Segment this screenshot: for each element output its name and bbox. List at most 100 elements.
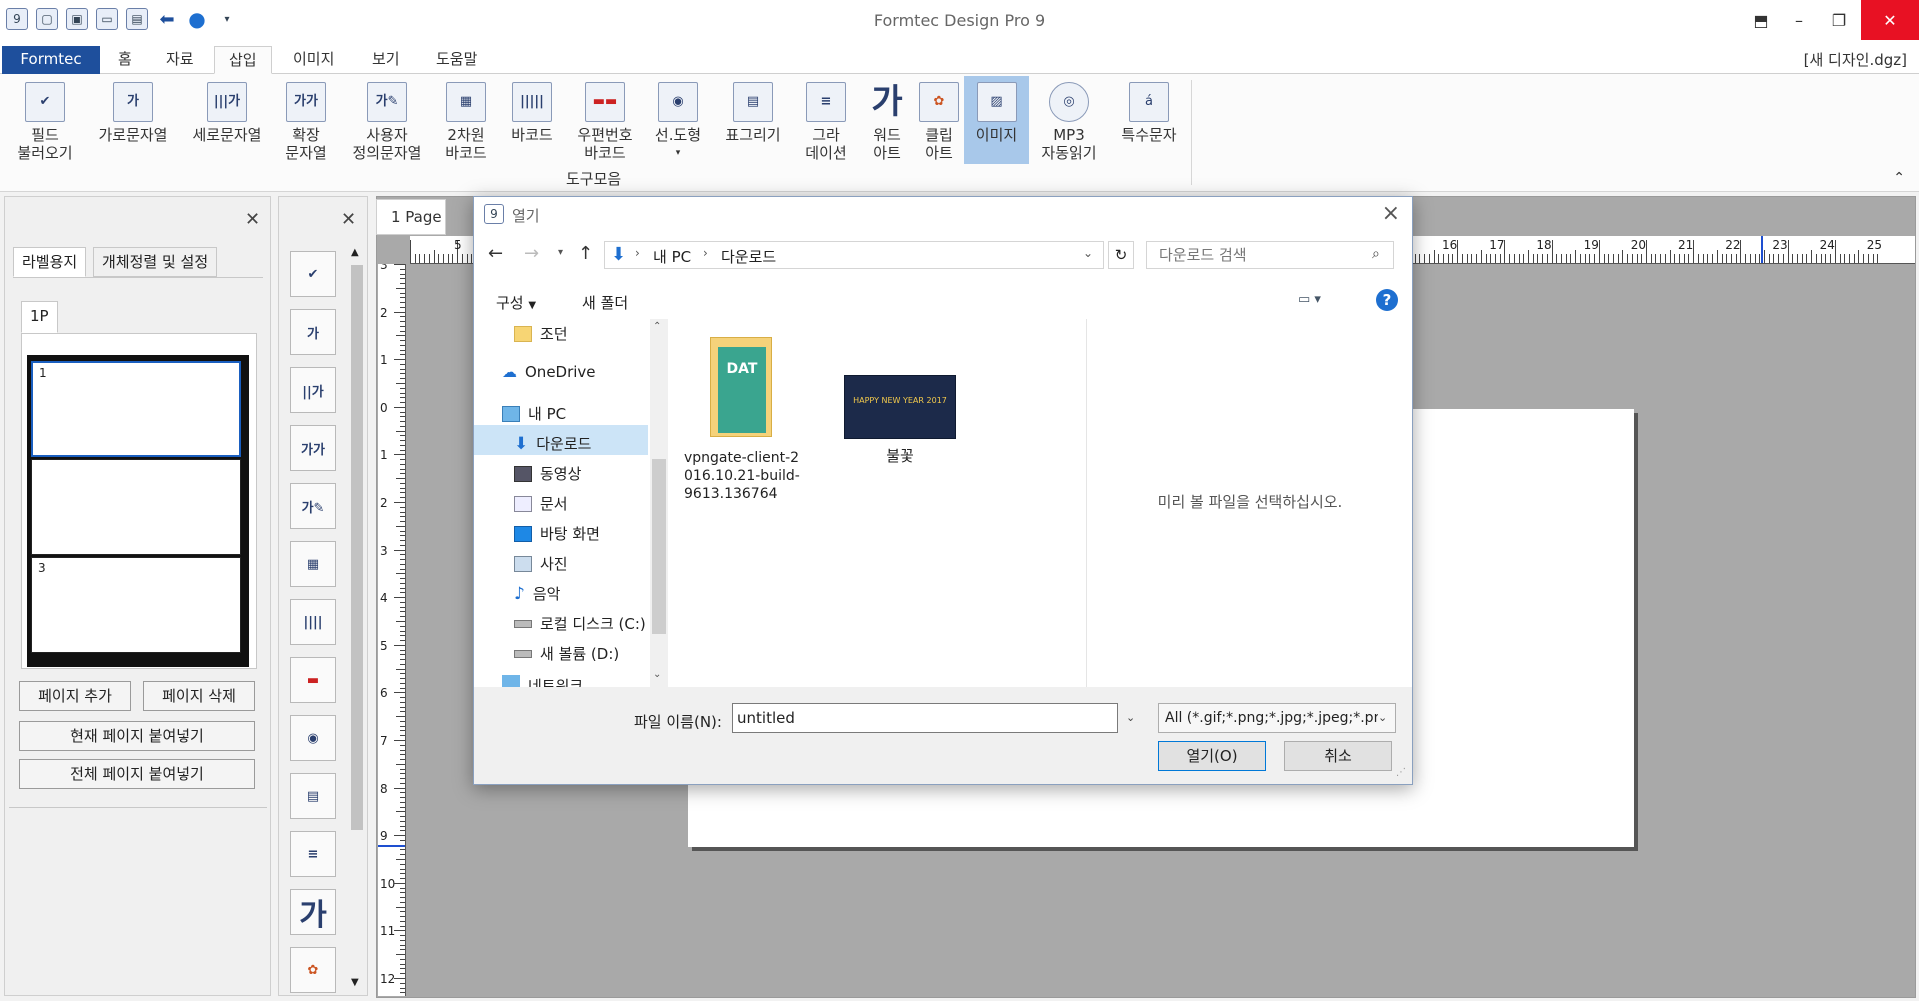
postal-barcode-icon[interactable]: ▬ bbox=[290, 657, 336, 703]
paste-all-pages-button[interactable]: 전체 페이지 붙여넣기 bbox=[19, 759, 255, 789]
nav-item-this-pc[interactable]: 내 PC bbox=[502, 403, 566, 424]
tab-view[interactable]: 보기 bbox=[358, 46, 414, 74]
tab-image[interactable]: 이미지 bbox=[279, 46, 348, 74]
close-icon[interactable]: ✕ bbox=[341, 209, 356, 230]
tab-formtec[interactable]: Formtec bbox=[2, 46, 100, 74]
tab-insert[interactable]: 삽입 bbox=[214, 46, 272, 74]
vertical-text-button[interactable]: |||가 세로문자열 bbox=[186, 82, 268, 144]
up-arrow-icon[interactable]: ↑ bbox=[578, 243, 593, 264]
chevron-down-icon[interactable]: ⌄ bbox=[1378, 711, 1388, 724]
forward-arrow-icon[interactable]: → bbox=[524, 243, 539, 264]
vertical-text-icon[interactable]: ||가 bbox=[290, 367, 336, 413]
ruler-tick bbox=[400, 344, 405, 346]
extended-text-button[interactable]: 가가 확장 문자열 bbox=[280, 82, 332, 162]
file-item-folder[interactable]: DAT vpngate-client-2 016.10.21-build- 96… bbox=[684, 337, 800, 527]
file-type-filter[interactable]: All (*.gif;*.png;*.jpg;*.jpeg;*.pn bbox=[1158, 703, 1396, 733]
horizontal-text-button[interactable]: 가 가로문자열 bbox=[92, 82, 174, 144]
ruler-tick bbox=[1542, 254, 1544, 263]
open-button[interactable]: 열기(O) bbox=[1158, 741, 1266, 771]
delete-page-button[interactable]: 페이지 삭제 bbox=[143, 681, 255, 711]
cancel-button[interactable]: 취소 bbox=[1284, 741, 1392, 771]
collapse-ribbon-icon[interactable]: ⌃ bbox=[1893, 170, 1905, 186]
recent-dropdown-icon[interactable]: ▾ bbox=[558, 247, 563, 258]
tab-label-paper[interactable]: 라벨용지 bbox=[13, 247, 87, 277]
extended-text-icon[interactable]: 가가 bbox=[290, 425, 336, 471]
label-cell-2[interactable] bbox=[31, 459, 241, 555]
close-button[interactable]: ✕ bbox=[1861, 0, 1919, 40]
scrollbar-thumb[interactable] bbox=[351, 265, 363, 830]
clipart-icon[interactable]: ✿ bbox=[290, 947, 336, 993]
organize-button[interactable]: 구성 ▼ bbox=[496, 292, 536, 313]
tab-object-align[interactable]: 개체정렬 및 설정 bbox=[93, 247, 218, 277]
address-bar[interactable]: ⬇ › 내 PC › 다운로드 ⌄ bbox=[604, 241, 1104, 269]
ruler-tick bbox=[428, 254, 430, 263]
mp3-button[interactable]: ◎ MP3 자동읽기 bbox=[1036, 82, 1102, 162]
field-load-button[interactable]: ✔ 필드 불러오기 bbox=[10, 82, 80, 162]
tab-page[interactable]: 1 Page bbox=[376, 199, 446, 235]
download-arrow-icon: ⬇ bbox=[611, 244, 627, 265]
shape-button[interactable]: ◉ 선.도형 ▾ bbox=[652, 82, 704, 162]
gradient-icon[interactable]: ≡ bbox=[290, 831, 336, 877]
field-load-icon[interactable]: ✔ bbox=[290, 251, 336, 297]
nav-item-videos[interactable]: 동영상 bbox=[514, 463, 581, 484]
barcode-button[interactable]: ||||| 바코드 bbox=[506, 82, 558, 144]
nav-item-new-volume[interactable]: 새 볼륨 (D:) bbox=[514, 643, 619, 664]
ruler-tick bbox=[1702, 254, 1704, 263]
chevron-down-icon[interactable]: ⌄ bbox=[1083, 246, 1093, 260]
nav-item-documents[interactable]: 문서 bbox=[514, 493, 568, 514]
search-input[interactable]: 다운로드 검색 bbox=[1146, 241, 1394, 269]
view-options-icon[interactable]: ▭ ▾ bbox=[1298, 292, 1321, 307]
refresh-icon[interactable]: ↻ bbox=[1108, 241, 1134, 269]
qr-code-icon[interactable]: ▦ bbox=[290, 541, 336, 587]
close-icon[interactable]: ✕ bbox=[245, 209, 260, 230]
back-arrow-icon[interactable]: ← bbox=[488, 243, 503, 264]
nav-item-folder[interactable]: 조던 bbox=[514, 323, 568, 344]
breadcrumb-pc[interactable]: 내 PC bbox=[653, 246, 691, 267]
filename-input[interactable]: untitled bbox=[732, 703, 1118, 733]
resize-grip-icon[interactable]: ⋰ bbox=[1396, 767, 1406, 778]
user-text-icon[interactable]: 가✎ bbox=[290, 483, 336, 529]
gradient-button[interactable]: ≡ 그라 데이션 bbox=[800, 82, 852, 162]
nav-item-downloads[interactable]: ⬇ 다운로드 bbox=[514, 433, 591, 454]
tab-home[interactable]: 홈 bbox=[104, 46, 146, 74]
table-icon[interactable]: ▤ bbox=[290, 773, 336, 819]
wordart-icon[interactable]: 가 bbox=[290, 889, 336, 935]
dialog-close-button[interactable]: × bbox=[1382, 201, 1400, 226]
label-cell-3[interactable]: 3 bbox=[31, 557, 241, 653]
tab-page-1p[interactable]: 1P bbox=[21, 301, 58, 333]
nav-item-onedrive[interactable]: ☁ OneDrive bbox=[502, 363, 596, 381]
breadcrumb-downloads[interactable]: 다운로드 bbox=[721, 246, 776, 267]
label-cell-1[interactable]: 1 bbox=[31, 361, 241, 457]
user-text-button[interactable]: 가✎ 사용자 정의문자열 bbox=[346, 82, 428, 162]
nav-item-pictures[interactable]: 사진 bbox=[514, 553, 568, 574]
restore-button[interactable]: ❐ bbox=[1816, 0, 1862, 40]
postal-barcode-button[interactable]: ▬▬ 우편번호 바코드 bbox=[570, 82, 640, 162]
nav-item-music[interactable]: ♪ 음악 bbox=[514, 583, 560, 604]
new-folder-button[interactable]: 새 폴더 bbox=[582, 292, 628, 313]
add-page-button[interactable]: 페이지 추가 bbox=[19, 681, 131, 711]
special-char-button[interactable]: á 특수문자 bbox=[1114, 82, 1184, 144]
horizontal-text-icon[interactable]: 가 bbox=[290, 309, 336, 355]
wordart-button[interactable]: 가 워드 아트 bbox=[862, 82, 912, 162]
nav-item-network[interactable]: 네트워크 bbox=[502, 675, 583, 687]
search-icon[interactable]: ⌕ bbox=[1372, 246, 1380, 262]
paste-current-page-button[interactable]: 현재 페이지 붙여넣기 bbox=[19, 721, 255, 751]
nav-item-desktop[interactable]: 바탕 화면 bbox=[514, 523, 600, 544]
nav-scrollbar-thumb[interactable] bbox=[652, 459, 666, 634]
scroll-down-icon[interactable]: ⌄ bbox=[653, 669, 661, 680]
scroll-up-icon[interactable]: ▲ bbox=[351, 247, 359, 258]
qr-code-button[interactable]: ▦ 2차원 바코드 bbox=[440, 82, 492, 162]
tab-data[interactable]: 자료 bbox=[152, 46, 208, 74]
clipart-button[interactable]: ✿ 클립 아트 bbox=[914, 82, 964, 162]
tab-help[interactable]: 도움말 bbox=[422, 46, 491, 74]
barcode-icon[interactable]: |||| bbox=[290, 599, 336, 645]
scroll-up-icon[interactable]: ⌃ bbox=[653, 321, 661, 332]
help-icon[interactable]: ? bbox=[1376, 289, 1398, 311]
shape-icon[interactable]: ◉ bbox=[290, 715, 336, 761]
image-button[interactable]: ▨ 이미지 bbox=[964, 76, 1029, 164]
scroll-down-icon[interactable]: ▼ bbox=[351, 977, 359, 988]
nav-item-local-disk[interactable]: 로컬 디스크 (C:) bbox=[514, 613, 646, 634]
table-button[interactable]: ▤ 표그리기 bbox=[720, 82, 786, 144]
chevron-down-icon[interactable]: ⌄ bbox=[1126, 711, 1135, 724]
file-item-image[interactable]: HAPPY NEW YEAR 2017 불꽃 bbox=[842, 375, 958, 465]
